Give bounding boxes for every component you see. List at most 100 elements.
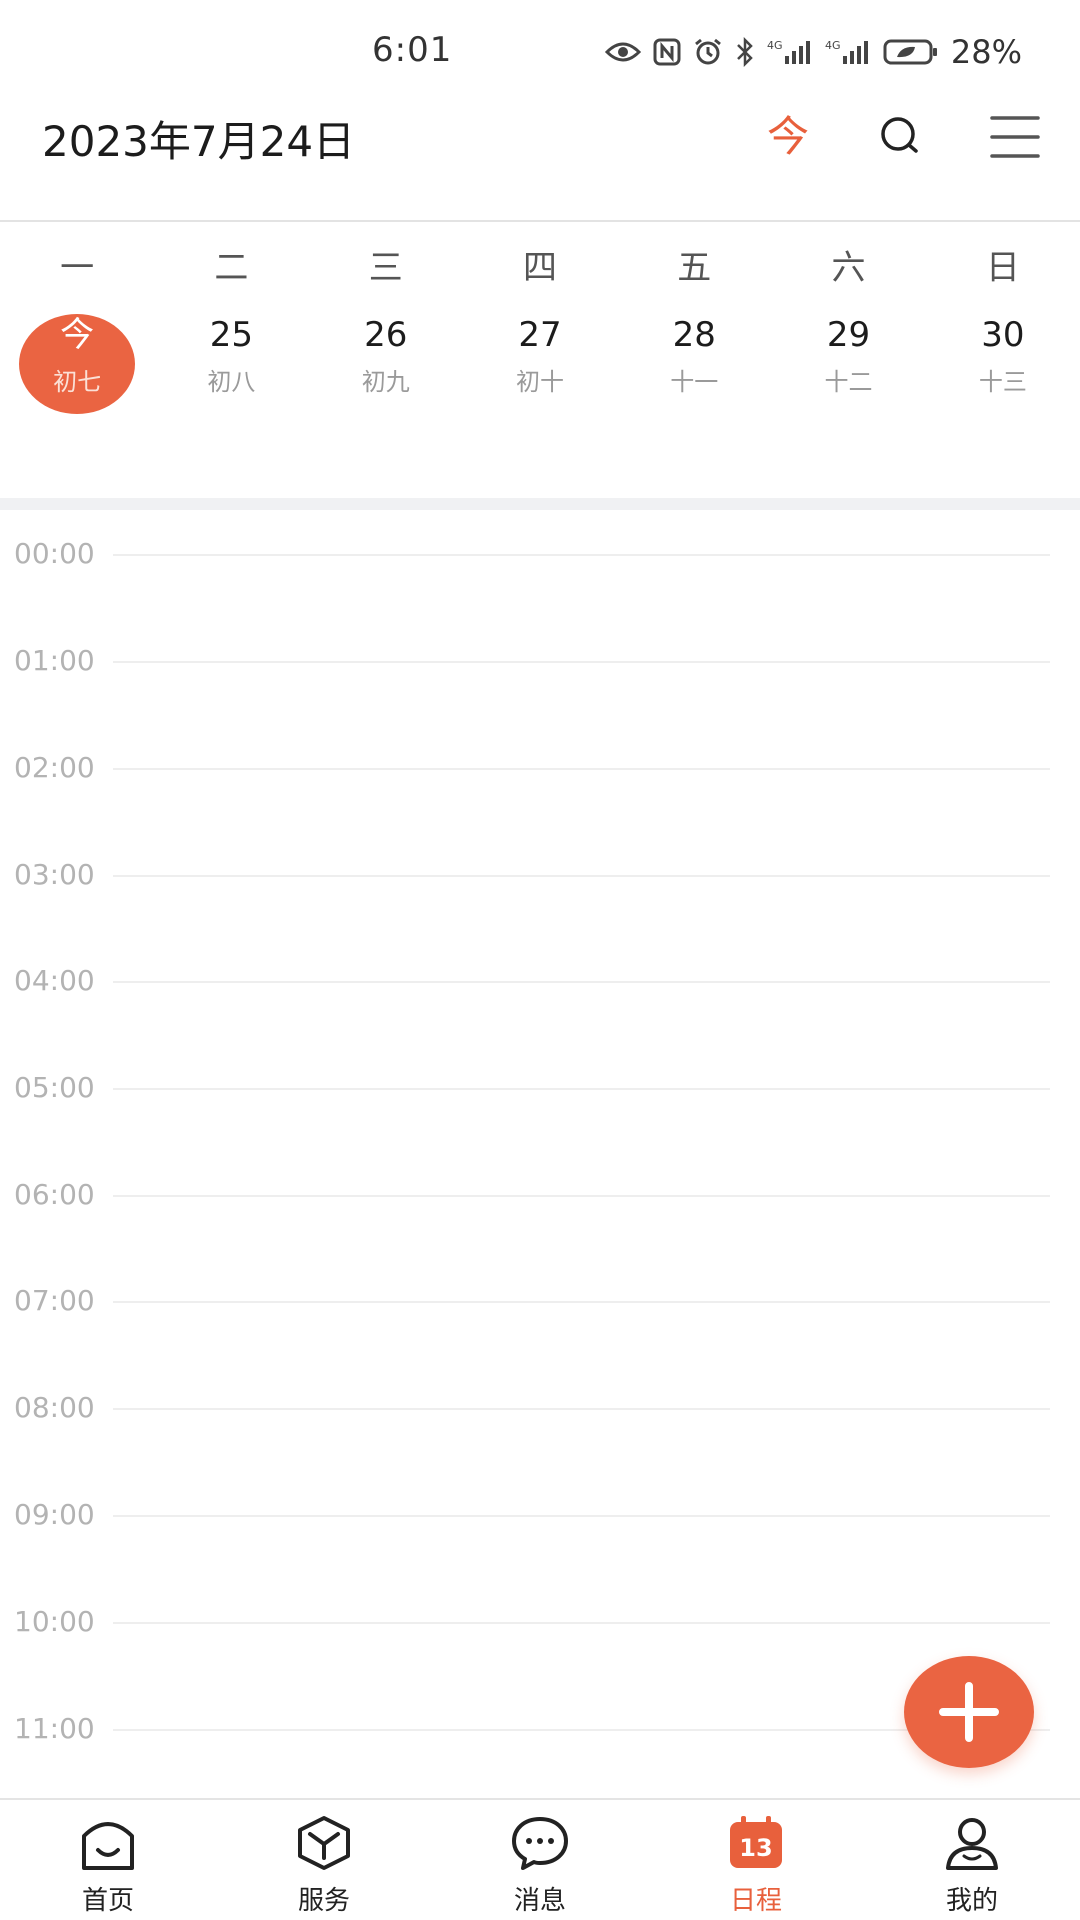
hour-label: 00:00 — [14, 537, 95, 570]
hour-label: 07:00 — [14, 1284, 95, 1317]
date-cell[interactable]: 26 初九 — [309, 310, 463, 420]
signal-4g-icon: 4G — [767, 38, 813, 66]
nav-label: 首页 — [81, 1886, 134, 1916]
user-icon — [946, 1818, 998, 1870]
svg-text:4G: 4G — [767, 39, 783, 52]
nav-label: 日程 — [729, 1886, 782, 1916]
date-number: 25 — [209, 315, 254, 355]
alarm-icon — [693, 37, 723, 67]
menu-button[interactable] — [988, 110, 1042, 164]
hour-row[interactable]: 01:00 — [0, 641, 1080, 681]
hour-label: 11:00 — [14, 1712, 95, 1745]
add-event-button[interactable] — [904, 1656, 1034, 1768]
nav-item-home[interactable]: 首页 — [0, 1800, 216, 1920]
weekday-label: 五 — [677, 248, 712, 288]
today-button[interactable]: 今 — [760, 105, 816, 169]
hour-row[interactable]: 03:00 — [0, 855, 1080, 895]
header-divider — [0, 220, 1080, 222]
app-root: 6:01 4G 4G 28% 2023年7月24日 今 一 二 三 四 五 六 … — [0, 0, 1080, 1920]
weekday-label: 六 — [831, 248, 866, 288]
lunar-date: 初九 — [361, 368, 410, 396]
lunar-date: 十一 — [670, 368, 719, 396]
date-number: 今 — [60, 315, 95, 355]
date-number: 30 — [981, 315, 1025, 355]
weekday-label: 一 — [60, 248, 95, 288]
hour-row[interactable]: 09:00 — [0, 1495, 1080, 1535]
date-number: 28 — [672, 315, 716, 355]
battery-icon — [883, 38, 939, 66]
status-bar: 6:01 4G 4G 28% — [0, 0, 1080, 100]
hour-label: 04:00 — [14, 964, 95, 997]
date-cell-today[interactable]: 今 初七 — [0, 310, 154, 420]
hour-label: 09:00 — [14, 1498, 95, 1531]
nav-item-schedule[interactable]: 13 日程 — [648, 1800, 864, 1920]
search-button[interactable] — [874, 110, 928, 164]
hour-row[interactable]: 06:00 — [0, 1175, 1080, 1215]
hour-line — [113, 661, 1050, 663]
search-icon — [881, 117, 918, 153]
hour-line — [113, 875, 1050, 877]
hour-line — [113, 1088, 1050, 1090]
date-cell[interactable]: 28 十一 — [617, 310, 771, 420]
day-timeline[interactable]: 00:00 01:00 02:00 03:00 04:00 05:00 06:0… — [0, 510, 1080, 1798]
signal-4g-icon-2: 4G — [825, 38, 871, 66]
home-icon — [82, 1822, 134, 1870]
weekday-label: 三 — [368, 248, 403, 288]
hour-line — [113, 1408, 1050, 1410]
status-icons: 4G 4G 28% — [604, 33, 1022, 71]
header: 2023年7月24日 今 — [0, 100, 1080, 220]
nav-item-messages[interactable]: 消息 — [432, 1800, 648, 1920]
hour-label: 06:00 — [14, 1178, 95, 1211]
cube-icon — [298, 1816, 350, 1870]
hour-row[interactable]: 00:00 — [0, 534, 1080, 574]
lunar-date: 初十 — [515, 368, 564, 396]
date-cell[interactable]: 27 初十 — [463, 310, 617, 420]
calendar-icon: 13 — [730, 1816, 782, 1868]
nav-label: 服务 — [297, 1886, 350, 1916]
nav-label: 消息 — [513, 1886, 566, 1916]
bluetooth-icon — [735, 37, 755, 67]
hour-label: 02:00 — [14, 751, 95, 784]
date-cell[interactable]: 25 初八 — [154, 310, 308, 420]
hour-line — [113, 768, 1050, 770]
date-cell[interactable]: 29 十二 — [771, 310, 925, 420]
hour-label: 10:00 — [14, 1605, 95, 1638]
calendar-day-number: 13 — [739, 1834, 772, 1862]
bottom-nav: 首页 服务 消息 13 日程 我的 — [0, 1798, 1080, 1920]
hour-row[interactable]: 02:00 — [0, 748, 1080, 788]
status-time: 6:01 — [372, 30, 453, 70]
battery-percent: 28% — [950, 33, 1022, 71]
plus-icon — [939, 1682, 999, 1742]
hour-label: 08:00 — [14, 1391, 95, 1424]
date-cell[interactable]: 30 十三 — [926, 310, 1080, 420]
lunar-date: 初八 — [207, 368, 256, 396]
hour-label: 01:00 — [14, 644, 95, 677]
section-divider — [0, 498, 1080, 510]
hour-line — [113, 554, 1050, 556]
nav-label: 我的 — [945, 1886, 998, 1916]
date-number: 26 — [364, 315, 408, 355]
lunar-date: 初七 — [53, 368, 102, 396]
weekday-label: 二 — [214, 248, 249, 288]
hour-line — [113, 1515, 1050, 1517]
hour-row[interactable]: 08:00 — [0, 1388, 1080, 1428]
hour-line — [113, 1301, 1050, 1303]
weekday-label: 四 — [522, 248, 557, 288]
hour-label: 05:00 — [14, 1071, 95, 1104]
nfc-icon — [653, 38, 681, 66]
hour-label: 03:00 — [14, 858, 95, 891]
date-number: 29 — [826, 315, 871, 355]
hour-line — [113, 1622, 1050, 1624]
hour-row[interactable]: 05:00 — [0, 1068, 1080, 1108]
lunar-date: 十三 — [978, 368, 1027, 396]
date-row: 今 初七 25 初八 26 初九 27 初十 28 十一 29 十二 30 十三 — [0, 310, 1080, 420]
nav-item-profile[interactable]: 我的 — [864, 1800, 1080, 1920]
hour-row[interactable]: 07:00 — [0, 1281, 1080, 1321]
hour-row[interactable]: 04:00 — [0, 961, 1080, 1001]
nav-item-services[interactable]: 服务 — [216, 1800, 432, 1920]
lunar-date: 十二 — [824, 368, 873, 396]
eye-icon — [604, 40, 641, 64]
hour-row[interactable]: 10:00 — [0, 1602, 1080, 1642]
svg-text:4G: 4G — [825, 39, 841, 52]
date-number: 27 — [518, 315, 562, 355]
